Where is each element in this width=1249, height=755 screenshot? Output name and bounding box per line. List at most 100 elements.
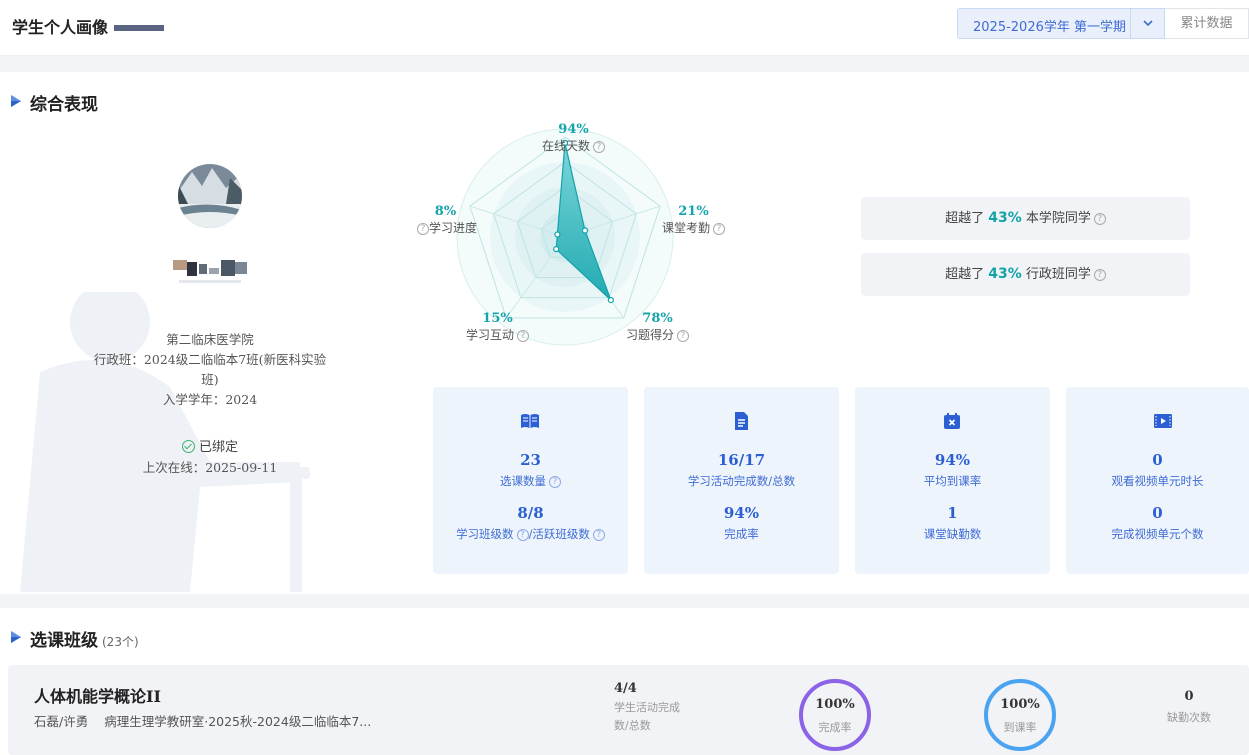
exceed-prefix: 超越了 xyxy=(945,211,985,226)
select-divider xyxy=(1130,9,1131,38)
radar-pct-online-days: 94% xyxy=(558,122,589,137)
section-arrow-icon xyxy=(11,95,21,107)
courses-title-text: 选课班级 xyxy=(30,631,98,651)
redacted-student-name xyxy=(114,25,164,31)
stat-card-video: 0 观看视频单元时长 0 完成视频单元个数 xyxy=(1066,387,1249,574)
check-circle-icon xyxy=(181,440,195,453)
document-icon xyxy=(735,412,748,430)
course-teachers: 石磊/许勇 xyxy=(34,714,89,729)
attendance-ring-label: 到课率 xyxy=(1003,721,1037,734)
video-icon xyxy=(1154,414,1172,428)
help-icon[interactable]: ? xyxy=(677,329,690,342)
radar-pct-attendance: 21% xyxy=(678,204,709,219)
radar-pct-progress: 8% xyxy=(434,204,457,219)
absence-count-label: 课堂缺勤数 xyxy=(923,527,982,541)
course-name[interactable]: 人体机能学概论II xyxy=(34,683,161,707)
radar-label-exercise-score: 78% 习题得分? xyxy=(626,311,690,343)
video-units-label: 完成视频单元个数 xyxy=(1111,527,1204,541)
attendance-ring-arc xyxy=(984,679,1056,751)
exceed-college-label: 本学院同学 xyxy=(1025,211,1091,226)
exceed-class-pct: 43% xyxy=(988,266,1022,282)
course-activity-label: 学生活动完成数/总数 xyxy=(614,701,680,732)
top-bar: 学生个人画像 2025-2026学年 第一学期 累计数据 xyxy=(0,0,1249,56)
avg-attendance-value: 94% xyxy=(934,451,971,469)
radar-pct-exercise-score: 78% xyxy=(642,311,673,326)
radar-label-interaction: 15% 学习互动? xyxy=(466,311,530,343)
course-dept: 病理生理学教研室·2025秋-2024级二临临本7... xyxy=(104,714,372,729)
radar-point xyxy=(553,246,560,253)
help-icon[interactable]: ? xyxy=(517,329,530,342)
radar-pct-interaction: 15% xyxy=(482,311,513,326)
help-icon[interactable]: ? xyxy=(713,222,726,235)
section-arrow-icon xyxy=(11,631,21,643)
stat-card-activities: 16/17 学习活动完成数/总数 94% 完成率 xyxy=(644,387,839,574)
completion-ring-arc xyxy=(799,679,871,751)
course-count-label-row: 选课数量? xyxy=(433,473,628,489)
help-icon[interactable]: ? xyxy=(592,528,605,541)
semester-select[interactable]: 2025-2026学年 第一学期 xyxy=(957,8,1165,39)
attendance-ring-value: 100% xyxy=(1000,697,1040,712)
calendar-icon xyxy=(944,413,960,429)
completion-rate-value: 94% xyxy=(723,504,760,522)
course-meta: 石磊/许勇 病理生理学教研室·2025秋-2024级二临临本7... xyxy=(34,711,371,730)
completion-ring: 100% 完成率 xyxy=(797,677,873,753)
course-count-value: 23 xyxy=(520,451,541,469)
completion-ring-svg xyxy=(799,679,871,751)
help-icon[interactable]: ? xyxy=(593,140,606,153)
radar-label-attendance: 21% 课堂考勤? xyxy=(662,204,726,236)
student-enroll-year: 入学学年：2024 xyxy=(162,392,258,407)
class-count-label-row: 学习班级数?/活跃班级数? xyxy=(433,526,628,542)
radar-text-interaction: 学习互动 xyxy=(466,328,515,342)
course-count-label: 选课数量 xyxy=(500,474,546,488)
cumulative-data-button[interactable]: 累计数据 xyxy=(1165,8,1249,39)
avatar xyxy=(178,164,242,228)
activity-done-value: 16/17 xyxy=(717,451,766,469)
help-icon[interactable]: ? xyxy=(1093,212,1106,225)
chevron-down-icon[interactable] xyxy=(1142,13,1154,37)
video-units-value: 0 xyxy=(1152,504,1163,522)
help-icon[interactable]: ? xyxy=(516,528,529,541)
stat-card-courses: 23 选课数量? 8/8 学习班级数?/活跃班级数? xyxy=(433,387,628,574)
courses-count: (23个) xyxy=(102,635,139,649)
exceed-college-pct: 43% xyxy=(988,210,1022,226)
last-online: 上次在线：2025-09-11 xyxy=(142,460,278,475)
completion-ring-value: 100% xyxy=(815,697,855,712)
radar-point xyxy=(554,231,561,238)
radar-label-online-days: 94% 在线天数? xyxy=(542,122,606,154)
video-duration-label: 观看视频单元时长 xyxy=(1111,474,1204,488)
class-count-value: 8/8 xyxy=(517,504,544,522)
course-card[interactable]: 人体机能学概论II 石磊/许勇 病理生理学教研室·2025秋-2024级二临临本7… xyxy=(8,665,1249,755)
exceed-class-label: 行政班同学 xyxy=(1025,267,1091,282)
page-title: 学生个人画像 xyxy=(12,18,109,37)
absence-count-value: 1 xyxy=(947,504,958,522)
radar-point xyxy=(607,297,614,304)
help-icon[interactable]: ? xyxy=(417,222,429,235)
exceed-prefix: 超越了 xyxy=(945,267,985,282)
section-title-courses: 选课班级 (23个) xyxy=(30,626,139,651)
help-icon[interactable]: ? xyxy=(1093,268,1106,281)
absent-count-label: 缺勤次数 xyxy=(1167,711,1211,724)
help-icon[interactable]: ? xyxy=(549,475,561,488)
attendance-ring-svg xyxy=(984,679,1056,751)
course-activity-value: 4/4 xyxy=(614,681,637,696)
attendance-ring: 100% 到课率 xyxy=(982,677,1058,753)
exceed-class-box: 超越了 43% 行政班同学? xyxy=(861,253,1190,296)
student-admin-class: 行政班：2024级二临临本7班(新医科实验 xyxy=(93,352,327,367)
courses-panel: 选课班级 (23个) 人体机能学概论II 石磊/许勇 病理生理学教研室·2025秋-… xyxy=(0,608,1249,755)
radar-label-progress: 8% ? 学习进度 xyxy=(414,204,477,236)
semester-select-value: 2025-2026学年 第一学期 xyxy=(973,20,1126,35)
student-college: 第二临床医学院 xyxy=(166,332,254,347)
student-admin-class-cont: 班) xyxy=(201,372,219,387)
radar-text-progress: 学习进度 xyxy=(429,221,478,235)
stat-card-attendance: 94% 平均到课率 1 课堂缺勤数 xyxy=(855,387,1050,574)
radar-text-exercise-score: 习题得分 xyxy=(626,328,675,342)
overview-panel: 综合表现 第二临床医学院 行政班：2024级二临临本7班(新医科实验 班) 入学… xyxy=(0,72,1249,594)
book-icon xyxy=(521,414,539,428)
avg-attendance-label: 平均到课率 xyxy=(923,474,982,488)
activity-done-label: 学习活动完成数/总数 xyxy=(687,474,796,488)
completion-rate-label: 完成率 xyxy=(724,527,759,541)
absent-count-value: 0 xyxy=(1184,689,1194,704)
bound-status: 已绑定 xyxy=(60,436,360,455)
exceed-college-box: 超越了 43% 本学院同学? xyxy=(861,197,1190,240)
completion-ring-label: 完成率 xyxy=(818,721,852,734)
